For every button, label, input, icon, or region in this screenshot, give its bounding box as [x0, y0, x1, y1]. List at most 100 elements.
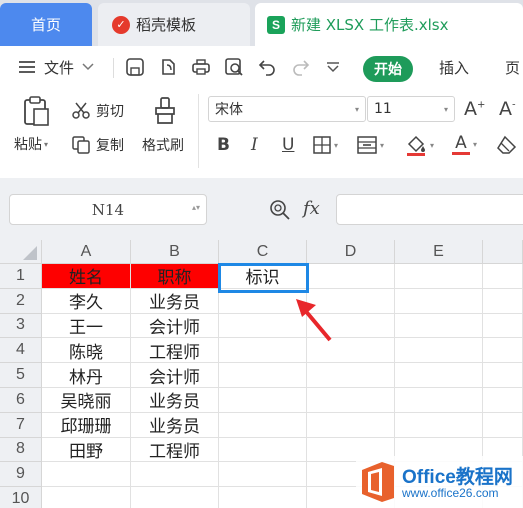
cell-a8[interactable]: 田野 — [42, 437, 131, 463]
column-header-c[interactable]: C — [219, 240, 307, 264]
cell-a3[interactable]: 王一 — [42, 313, 131, 339]
cell-c9[interactable] — [219, 462, 307, 488]
cell-e2[interactable] — [395, 288, 483, 314]
column-header-a[interactable]: A — [42, 240, 131, 264]
row-header-5[interactable]: 5 — [0, 363, 42, 388]
cell-f1[interactable] — [483, 264, 523, 289]
cell-d7[interactable] — [307, 412, 395, 438]
cell-d1[interactable] — [307, 264, 395, 289]
print-preview-button[interactable] — [224, 46, 244, 88]
tab-insert[interactable]: 插入 — [439, 46, 469, 88]
cell-a7[interactable]: 邱珊珊 — [42, 412, 131, 438]
cell-b6[interactable]: 业务员 — [131, 388, 219, 413]
row-header-1[interactable]: 1 — [0, 264, 42, 289]
cell-a5[interactable]: 林丹 — [42, 363, 131, 388]
copy-button[interactable]: 复制 — [72, 134, 124, 156]
cell-b9[interactable] — [131, 462, 219, 488]
row-header-9[interactable]: 9 — [0, 462, 42, 488]
ribbon-divider — [198, 94, 199, 168]
font-color-button[interactable]: A ▾ — [452, 130, 477, 158]
cell-e5[interactable] — [395, 363, 483, 388]
tab-home[interactable]: 首页 — [0, 3, 92, 46]
tab-docer-templates[interactable]: ✓ 稻壳模板 — [98, 3, 250, 46]
column-header-d[interactable]: D — [307, 240, 395, 264]
column-header-f[interactable] — [483, 240, 523, 264]
cell-c1[interactable]: 标识 — [219, 264, 307, 289]
cell-c6[interactable] — [219, 388, 307, 413]
cell-b10[interactable] — [131, 487, 219, 508]
row-header-8[interactable]: 8 — [0, 437, 42, 463]
cell-e3[interactable] — [395, 313, 483, 339]
tab-page-layout[interactable]: 页 — [505, 46, 520, 88]
select-all-corner[interactable] — [0, 240, 42, 264]
bold-button[interactable]: B — [217, 132, 230, 158]
cell-b7[interactable]: 业务员 — [131, 412, 219, 438]
cell-b2[interactable]: 业务员 — [131, 288, 219, 314]
font-size-select[interactable]: 11 ▾ — [367, 96, 455, 122]
row-header-6[interactable]: 6 — [0, 388, 42, 413]
clear-format-button[interactable] — [496, 132, 518, 158]
cell-f2[interactable] — [483, 288, 523, 314]
cell-f5[interactable] — [483, 363, 523, 388]
cell-a4[interactable]: 陈晓 — [42, 338, 131, 364]
redo-button[interactable] — [290, 46, 310, 88]
cell-f7[interactable] — [483, 412, 523, 438]
cell-d6[interactable] — [307, 388, 395, 413]
tab-start[interactable]: 开始 — [363, 56, 413, 82]
cell-c8[interactable] — [219, 437, 307, 463]
cell-f3[interactable] — [483, 313, 523, 339]
cell-b3[interactable]: 会计师 — [131, 313, 219, 339]
corner-triangle-icon — [23, 246, 37, 260]
cell-d5[interactable] — [307, 363, 395, 388]
row-header-3[interactable]: 3 — [0, 313, 42, 339]
increase-font-size-button[interactable]: A+ — [464, 96, 485, 122]
cell-e4[interactable] — [395, 338, 483, 364]
cell-c10[interactable] — [219, 487, 307, 508]
cell-a10[interactable] — [42, 487, 131, 508]
italic-button[interactable]: I — [251, 132, 258, 158]
cell-e6[interactable] — [395, 388, 483, 413]
cell-a9[interactable] — [42, 462, 131, 488]
cell-a2[interactable]: 李久 — [42, 288, 131, 314]
cell-f4[interactable] — [483, 338, 523, 364]
paste-dropdown[interactable]: 粘贴 ▾ — [14, 134, 48, 154]
name-box[interactable]: N14 ▴▾ — [9, 194, 207, 225]
cell-c7[interactable] — [219, 412, 307, 438]
row-header-4[interactable]: 4 — [0, 338, 42, 364]
merge-cells-icon — [357, 136, 377, 154]
cell-e1[interactable] — [395, 264, 483, 289]
quick-access-more-button[interactable] — [326, 46, 340, 88]
borders-button[interactable]: ▾ — [313, 132, 338, 158]
paste-button[interactable] — [18, 94, 54, 128]
save-button[interactable] — [125, 46, 145, 88]
decrease-font-size-button[interactable]: A- — [499, 96, 516, 122]
insert-function-button[interactable]: fx — [303, 198, 320, 219]
row-header-2[interactable]: 2 — [0, 288, 42, 314]
column-header-e[interactable]: E — [395, 240, 483, 264]
row-header-7[interactable]: 7 — [0, 412, 42, 438]
cell-b1[interactable]: 职称 — [131, 264, 219, 289]
row-header-10[interactable]: 10 — [0, 487, 42, 508]
undo-button[interactable] — [258, 46, 278, 88]
underline-button[interactable]: U — [282, 132, 294, 158]
print-button[interactable] — [191, 46, 211, 88]
formula-input[interactable] — [336, 194, 523, 225]
merge-cells-button[interactable]: ▾ — [357, 132, 384, 158]
fill-color-button[interactable]: ▾ — [405, 132, 434, 158]
cell-b8[interactable]: 工程师 — [131, 437, 219, 463]
column-header-b[interactable]: B — [131, 240, 219, 264]
cell-f6[interactable] — [483, 388, 523, 413]
zoom-function-button[interactable] — [268, 198, 292, 222]
cell-a6[interactable]: 吴晓丽 — [42, 388, 131, 413]
cell-a1[interactable]: 姓名 — [42, 264, 131, 289]
cell-e7[interactable] — [395, 412, 483, 438]
format-painter-button[interactable] — [150, 94, 180, 128]
cell-c5[interactable] — [219, 363, 307, 388]
file-menu-button[interactable]: 文件 — [18, 46, 94, 88]
cell-b4[interactable]: 工程师 — [131, 338, 219, 364]
cell-b5[interactable]: 会计师 — [131, 363, 219, 388]
cut-button[interactable]: 剪切 — [72, 100, 124, 122]
font-name-select[interactable]: 宋体 ▾ — [208, 96, 366, 122]
export-button[interactable] — [158, 46, 178, 88]
tab-current-file[interactable]: S 新建 XLSX 工作表.xlsx — [255, 3, 523, 46]
